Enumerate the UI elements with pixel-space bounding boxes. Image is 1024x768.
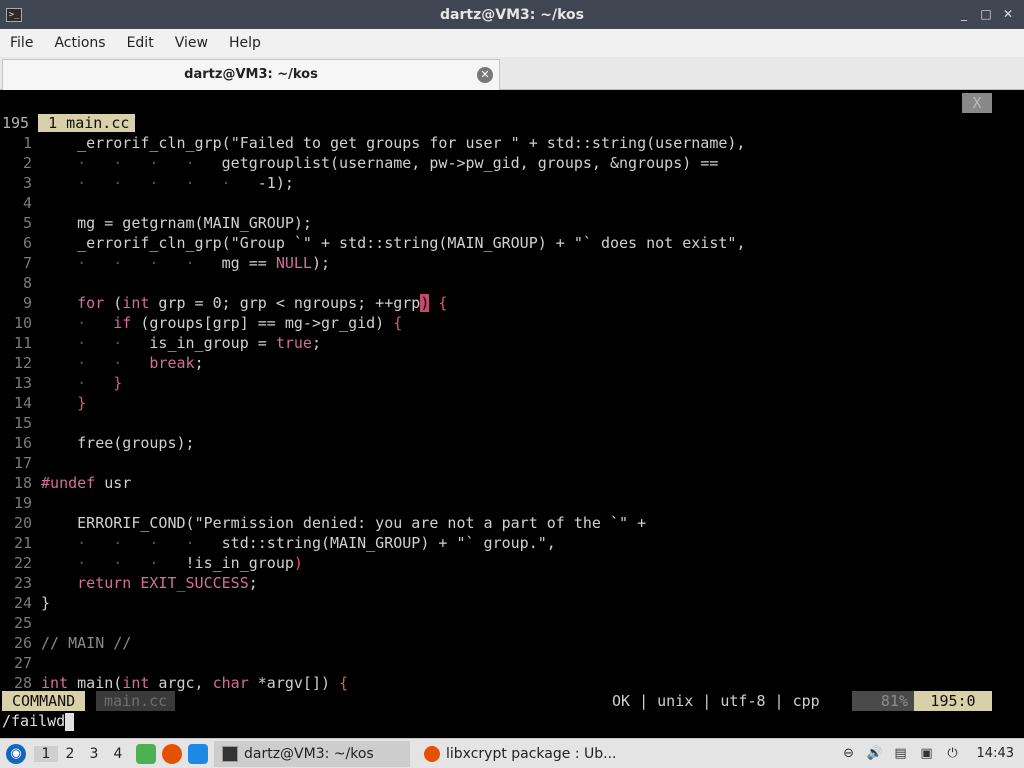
vim-close-tab[interactable]: X bbox=[962, 93, 992, 113]
clock: 14:43 bbox=[976, 746, 1014, 761]
maximize-button[interactable]: □ bbox=[978, 6, 994, 22]
vim-tab-main-cc[interactable]: 1 main.cc bbox=[38, 114, 136, 132]
vim-mode: COMMAND bbox=[2, 691, 86, 711]
code-line: 11 · · is_in_group = true; bbox=[13, 334, 321, 352]
vim-tabline: 1 main.cc bbox=[2, 93, 136, 132]
vim-statusline: COMMAND main.cc OK | unix | utf-8 | cpp … bbox=[0, 691, 1024, 711]
window-title: dartz@VM3: ~/kos bbox=[440, 6, 584, 23]
task-terminal-label: dartz@VM3: ~/kos bbox=[244, 745, 374, 762]
vim-cursor-position: 195:0 bbox=[914, 691, 992, 711]
minimize-button[interactable]: _ bbox=[956, 6, 972, 22]
code-line: 14 } bbox=[13, 394, 87, 412]
code-line: 23 return EXIT_SUCCESS; bbox=[13, 574, 258, 592]
code-line: 17 bbox=[13, 454, 32, 472]
menu-file[interactable]: File bbox=[10, 35, 43, 51]
vim-file-info: OK | unix | utf-8 | cpp bbox=[612, 692, 820, 710]
code-line: 24 } bbox=[13, 594, 51, 612]
code-line: 26 // MAIN // bbox=[13, 634, 132, 652]
text-cursor bbox=[65, 712, 75, 731]
tab-label: dartz@VM3: ~/kos bbox=[184, 67, 318, 82]
code-line: 8 bbox=[22, 274, 32, 292]
firefox-icon[interactable] bbox=[162, 743, 182, 764]
code-line: 2 · · · · getgrouplist(username, pw->pw_… bbox=[22, 154, 719, 172]
volume-icon[interactable]: 🔊 bbox=[867, 746, 883, 762]
task-firefox-label: libxcrypt package : Ub... bbox=[446, 745, 617, 762]
code-line: 4 bbox=[22, 194, 32, 212]
show-desktop-icon[interactable] bbox=[188, 743, 208, 764]
menu-edit[interactable]: Edit bbox=[127, 35, 164, 51]
code-line: 5 mg = getgrnam(MAIN_GROUP); bbox=[22, 214, 312, 232]
code-line: 9 for (int grp = 0; grp < ngroups; ++grp… bbox=[22, 294, 448, 312]
close-button[interactable]: ✕ bbox=[1000, 6, 1016, 22]
terminal-view[interactable]: 1 main.cc X 195 1 _errorif_cln_grp("Fail… bbox=[0, 91, 1024, 739]
code-line: 25 bbox=[13, 614, 32, 632]
taskbar: ◉ 1 2 3 4 dartz@VM3: ~/kos libxcrypt pac… bbox=[0, 738, 1024, 768]
task-terminal[interactable]: dartz@VM3: ~/kos bbox=[214, 740, 410, 767]
firefox-icon bbox=[424, 745, 440, 762]
vim-cmdline[interactable]: /failwd bbox=[2, 711, 75, 731]
code-line: 7 · · · · mg == NULL); bbox=[22, 254, 331, 272]
code-line: 16 free(groups); bbox=[13, 434, 195, 452]
code-line: 15 bbox=[13, 414, 32, 432]
workspace-1[interactable]: 1 bbox=[34, 745, 58, 762]
code-line: 10 · if (groups[grp] == mg->gr_gid) { bbox=[13, 314, 403, 332]
task-firefox[interactable]: libxcrypt package : Ub... bbox=[416, 741, 624, 767]
stop-icon[interactable]: ⊖ bbox=[841, 746, 857, 762]
code-line: 27 bbox=[13, 654, 32, 672]
menu-actions[interactable]: Actions bbox=[54, 35, 115, 51]
code-line: 13 · } bbox=[13, 374, 123, 392]
file-manager-icon[interactable] bbox=[136, 743, 156, 764]
vim-percent: 81% bbox=[852, 691, 914, 711]
menu-view[interactable]: View bbox=[175, 35, 218, 51]
workspace-3[interactable]: 3 bbox=[82, 746, 106, 762]
code-line: 22 · · · !is_in_group) bbox=[13, 554, 303, 572]
start-menu-icon[interactable]: ◉ bbox=[6, 743, 26, 764]
menu-help[interactable]: Help bbox=[229, 35, 271, 51]
code-line: 20 ERRORIF_COND("Permission denied: you … bbox=[13, 514, 647, 532]
code-line: 3 · · · · · -1); bbox=[22, 174, 294, 192]
workspace-2[interactable]: 2 bbox=[58, 746, 82, 762]
code-line: 19 bbox=[13, 494, 32, 512]
code-line: 18 #undef usr bbox=[13, 474, 132, 492]
terminal-app-icon: >_ bbox=[6, 7, 22, 22]
tab-close-icon[interactable]: ✕ bbox=[477, 67, 493, 83]
vim-line-count: 195 bbox=[2, 114, 30, 132]
terminal-icon bbox=[222, 745, 238, 762]
code-line: 12 · · break; bbox=[13, 354, 204, 372]
tab-terminal[interactable]: dartz@VM3: ~/kos ✕ bbox=[2, 59, 500, 90]
network-icon[interactable]: ▣ bbox=[919, 746, 935, 762]
code-line: 1 _errorif_cln_grp("Failed to get groups… bbox=[22, 134, 746, 152]
code-line: 28 int main(int argc, char *argv[]) { bbox=[13, 674, 349, 692]
vim-filename: main.cc bbox=[96, 691, 176, 711]
menu-bar: File Actions Edit View Help bbox=[0, 29, 1024, 57]
workspace-4[interactable]: 4 bbox=[106, 746, 130, 762]
code-line: 6 _errorif_cln_grp("Group `" + std::stri… bbox=[22, 234, 746, 252]
power-icon[interactable]: ⏻ bbox=[945, 746, 961, 762]
tab-bar: dartz@VM3: ~/kos ✕ bbox=[0, 57, 1024, 90]
code-line: 21 · · · · std::string(MAIN_GROUP) + "` … bbox=[13, 534, 556, 552]
vim-cmdline-text: /failwd bbox=[2, 712, 66, 730]
clipboard-icon[interactable]: ▤ bbox=[893, 746, 909, 762]
window-titlebar: >_ dartz@VM3: ~/kos _ □ ✕ bbox=[0, 0, 1024, 29]
